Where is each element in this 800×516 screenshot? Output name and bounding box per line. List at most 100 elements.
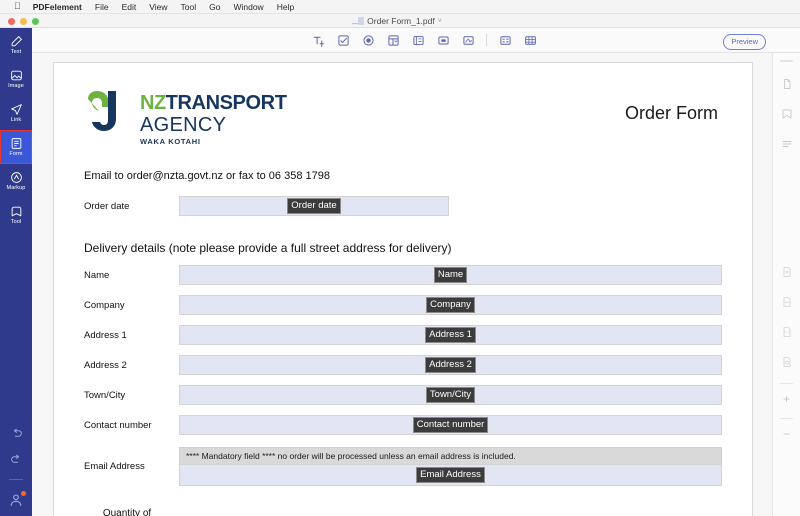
- field-address-2[interactable]: Address 2: [179, 355, 722, 375]
- field-badge-email-address: Email Address: [416, 467, 485, 483]
- push-button-icon: [437, 35, 449, 45]
- left-sidebar: Text Image Link Form Markup Tool: [0, 28, 32, 516]
- list-box-tool[interactable]: [410, 32, 426, 48]
- logo-transport-text: TRANSPORT: [165, 92, 287, 114]
- sidebar-item-markup[interactable]: Markup: [0, 164, 32, 198]
- sidebar-item-form[interactable]: Form: [0, 130, 32, 164]
- sidebar-item-image[interactable]: Image: [0, 62, 32, 96]
- window-title-bar: — Order Form_1.pdf ˅: [0, 14, 800, 28]
- menu-item-edit[interactable]: Edit: [122, 2, 137, 12]
- form-grid-icon: [11, 138, 21, 149]
- form-table-icon: [524, 35, 536, 45]
- rail-separator-1: [780, 383, 793, 384]
- rail-drag-handle[interactable]: [780, 60, 793, 62]
- zoom-in-button[interactable]: +: [783, 393, 790, 405]
- checkbox-tool[interactable]: [335, 32, 351, 48]
- field-email-address[interactable]: Email Address: [179, 464, 722, 486]
- label-address-2: Address 2: [84, 359, 127, 371]
- page-split-button[interactable]: [779, 324, 795, 340]
- document-title[interactable]: Order Form_1.pdf ˅: [0, 16, 800, 26]
- form-row-town-city: Town/City Town/City: [84, 385, 722, 405]
- push-button-tool[interactable]: [435, 32, 451, 48]
- form-table-tool[interactable]: [522, 32, 538, 48]
- bookmark-panel-icon: [782, 109, 791, 119]
- field-name[interactable]: Name: [179, 265, 722, 285]
- form-row-address-2: Address 2 Address 2: [84, 355, 722, 375]
- sidebar-label-form: Form: [9, 151, 23, 157]
- signature-tool[interactable]: [460, 32, 476, 48]
- field-order-date[interactable]: Order date: [179, 196, 449, 216]
- link-arrow-icon: [10, 104, 22, 115]
- field-badge-contact-number: Contact number: [412, 417, 489, 433]
- page-insert-button[interactable]: [779, 264, 795, 280]
- tool-icon: [11, 206, 21, 217]
- page-split-icon: [783, 327, 790, 337]
- label-company: Company: [84, 299, 125, 311]
- radio-button-icon: [362, 34, 374, 46]
- page-extract-button[interactable]: [779, 294, 795, 310]
- document-canvas[interactable]: NZ TRANSPORT AGENCY WAKA KOTAHI Order Fo…: [32, 53, 772, 516]
- table-header-title: Title: [170, 508, 205, 516]
- outline-panel-button[interactable]: [779, 136, 795, 152]
- form-row-order-date: Order date Order date: [84, 196, 722, 216]
- undo-icon[interactable]: [10, 427, 23, 440]
- document-name: Order Form_1.pdf: [367, 16, 435, 26]
- sidebar-label-tool: Tool: [10, 219, 22, 225]
- sidebar-bottom-group: [0, 427, 32, 516]
- thumbnail-panel-button[interactable]: [779, 76, 795, 92]
- sidebar-item-text[interactable]: Text: [0, 28, 32, 62]
- menu-item-help[interactable]: Help: [277, 2, 294, 12]
- sidebar-item-link[interactable]: Link: [0, 96, 32, 130]
- preview-button[interactable]: Preview: [723, 34, 766, 50]
- sidebar-item-tool[interactable]: Tool: [0, 198, 32, 232]
- right-panel-rail: + −: [772, 53, 800, 516]
- combo-box-tool[interactable]: [385, 32, 401, 48]
- radio-button-tool[interactable]: [360, 32, 376, 48]
- pencil-icon: [11, 35, 22, 47]
- label-contact-number: Contact number: [84, 419, 152, 431]
- menu-item-go[interactable]: Go: [209, 2, 220, 12]
- menu-item-tool[interactable]: Tool: [181, 2, 197, 12]
- image-icon: [10, 70, 22, 81]
- field-badge-name: Name: [433, 267, 468, 283]
- label-address-1: Address 1: [84, 329, 127, 341]
- markup-icon: [10, 172, 22, 183]
- logo-agency-text: AGENCY: [140, 114, 227, 136]
- page-replace-button[interactable]: [779, 354, 795, 370]
- field-town-city[interactable]: Town/City: [179, 385, 722, 405]
- nzta-logo: NZ TRANSPORT AGENCY WAKA KOTAHI: [84, 89, 287, 146]
- menu-item-view[interactable]: View: [149, 2, 167, 12]
- menu-item-window[interactable]: Window: [233, 2, 263, 12]
- field-company[interactable]: Company: [179, 295, 722, 315]
- form-toolbar: Preview: [32, 28, 800, 53]
- combo-box-icon: [387, 34, 399, 46]
- text-field-tool[interactable]: [310, 32, 326, 48]
- pdfelement-window:  PDFelement File Edit View Tool Go Wind…: [0, 0, 800, 516]
- pdf-page[interactable]: NZ TRANSPORT AGENCY WAKA KOTAHI Order Fo…: [53, 62, 753, 516]
- label-order-date: Order date: [84, 200, 130, 212]
- zoom-out-button[interactable]: −: [783, 428, 790, 440]
- field-contact-number[interactable]: Contact number: [179, 415, 722, 435]
- menu-app-name[interactable]: PDFelement: [33, 2, 82, 12]
- menu-item-file[interactable]: File: [95, 2, 109, 12]
- list-box-icon: [412, 35, 424, 45]
- page-extract-icon: [783, 297, 790, 307]
- text-field-icon: [313, 36, 324, 47]
- field-address-1[interactable]: Address 1: [179, 325, 722, 345]
- label-name: Name: [84, 269, 110, 281]
- logo-line-1: NZ TRANSPORT: [140, 92, 287, 115]
- apple-logo-icon[interactable]: : [14, 2, 21, 11]
- field-badge-town-city: Town/City: [425, 387, 476, 403]
- toolbar-separator: [486, 34, 487, 46]
- macos-menu-bar:  PDFelement File Edit View Tool Go Wind…: [0, 0, 800, 14]
- contact-line: Email to order@nzta.govt.nz or fax to 06…: [84, 170, 330, 182]
- label-town-city: Town/City: [84, 389, 126, 401]
- align-fields-tool[interactable]: [497, 32, 513, 48]
- nzta-koru-logo-icon: [88, 91, 116, 131]
- chevron-down-icon[interactable]: ˅: [438, 18, 442, 25]
- page-content: NZ TRANSPORT AGENCY WAKA KOTAHI Order Fo…: [54, 63, 752, 516]
- section-heading-delivery: Delivery details (note please provide a …: [84, 241, 452, 255]
- redo-icon[interactable]: [10, 453, 23, 466]
- account-avatar-icon[interactable]: [8, 491, 26, 508]
- bookmark-panel-button[interactable]: [779, 106, 795, 122]
